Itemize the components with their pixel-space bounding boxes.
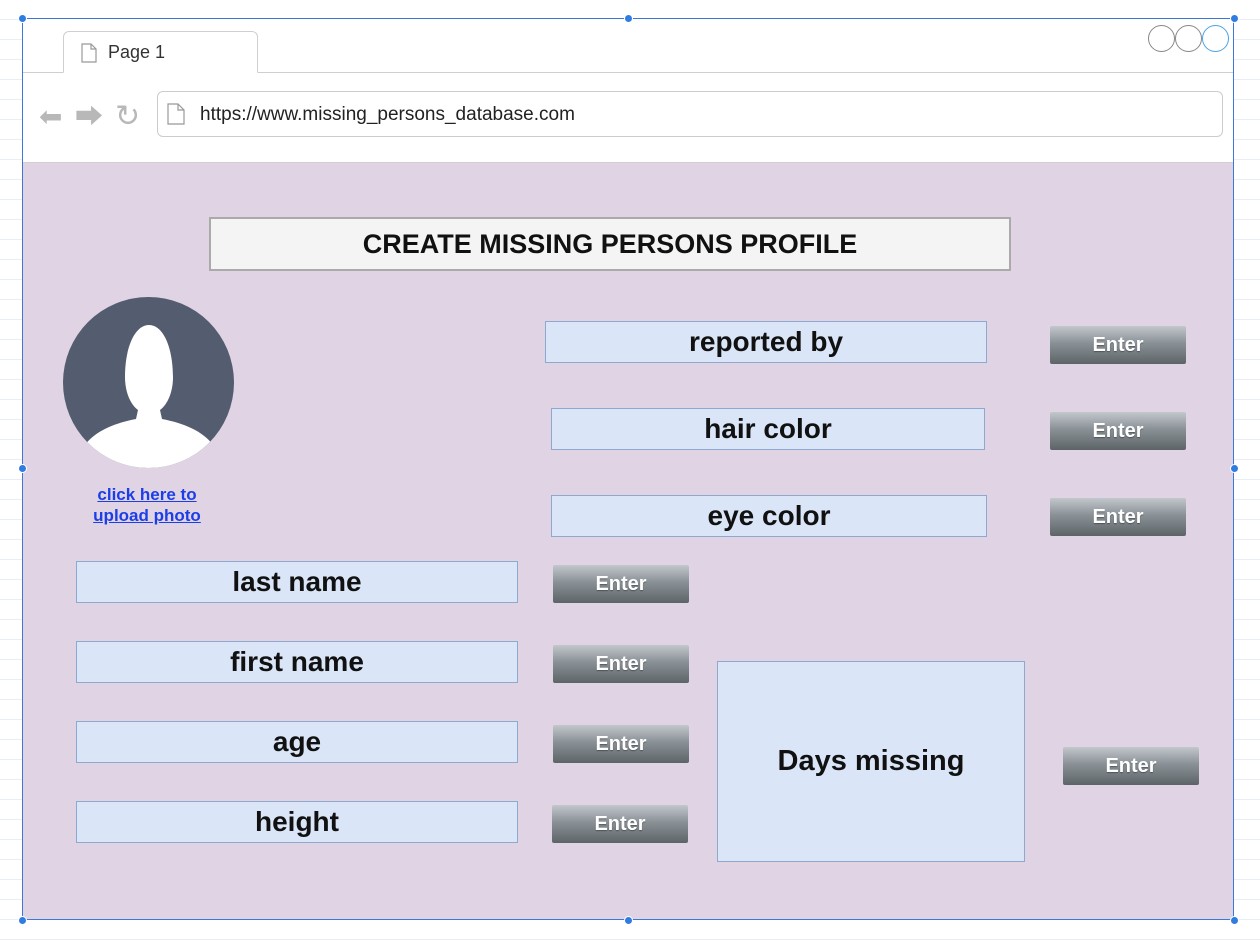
- page-icon: [81, 43, 97, 63]
- height-field[interactable]: height: [76, 801, 518, 843]
- resize-handle-bottom-right[interactable]: [1230, 916, 1239, 925]
- reported-by-enter-button[interactable]: Enter: [1050, 326, 1186, 364]
- address-bar: ⬅ ⮕ ↻ https://www.missing_persons_databa…: [23, 73, 1233, 163]
- page-icon: [167, 103, 185, 125]
- eye-color-field[interactable]: eye color: [551, 495, 987, 537]
- resize-handle-top-right[interactable]: [1230, 14, 1239, 23]
- resize-handle-left[interactable]: [18, 464, 27, 473]
- window-controls: [1148, 25, 1229, 52]
- forward-arrow-icon[interactable]: ⮕: [75, 103, 103, 131]
- avatar[interactable]: [63, 297, 234, 468]
- url-field[interactable]: https://www.missing_persons_database.com: [157, 91, 1223, 137]
- hair-color-enter-button[interactable]: Enter: [1050, 412, 1186, 450]
- page-content: CREATE MISSING PERSONS PROFILE click her…: [23, 163, 1233, 919]
- resize-handle-bottom-left[interactable]: [18, 916, 27, 925]
- tab-bar: Page 1: [23, 19, 1233, 73]
- days-missing-field[interactable]: Days missing: [717, 661, 1025, 862]
- back-arrow-icon[interactable]: ⬅: [39, 103, 62, 131]
- window-close-button[interactable]: [1148, 25, 1175, 52]
- tab-label: Page 1: [108, 42, 166, 62]
- browser-window: Page 1 ⬅ ⮕ ↻ https://www.missing_persons…: [22, 18, 1234, 920]
- window-maximize-button[interactable]: [1202, 25, 1229, 52]
- height-enter-button[interactable]: Enter: [552, 805, 688, 843]
- hair-color-field[interactable]: hair color: [551, 408, 985, 450]
- upload-photo-link[interactable]: click here to upload photo: [77, 484, 217, 526]
- age-field[interactable]: age: [76, 721, 518, 763]
- resize-handle-bottom[interactable]: [624, 916, 633, 925]
- last-name-enter-button[interactable]: Enter: [553, 565, 689, 603]
- url-text: https://www.missing_persons_database.com: [200, 104, 575, 125]
- resize-handle-top-left[interactable]: [18, 14, 27, 23]
- reload-icon[interactable]: ↻: [115, 102, 140, 132]
- days-missing-enter-button[interactable]: Enter: [1063, 747, 1199, 785]
- user-silhouette-icon: [85, 325, 213, 468]
- first-name-enter-button[interactable]: Enter: [553, 645, 689, 683]
- resize-handle-right[interactable]: [1230, 464, 1239, 473]
- eye-color-enter-button[interactable]: Enter: [1050, 498, 1186, 536]
- page-title: CREATE MISSING PERSONS PROFILE: [209, 217, 1011, 271]
- resize-handle-top[interactable]: [624, 14, 633, 23]
- window-minimize-button[interactable]: [1175, 25, 1202, 52]
- first-name-field[interactable]: first name: [76, 641, 518, 683]
- age-enter-button[interactable]: Enter: [553, 725, 689, 763]
- reported-by-field[interactable]: reported by: [545, 321, 987, 363]
- tab-page-1[interactable]: Page 1: [63, 31, 258, 73]
- last-name-field[interactable]: last name: [76, 561, 518, 603]
